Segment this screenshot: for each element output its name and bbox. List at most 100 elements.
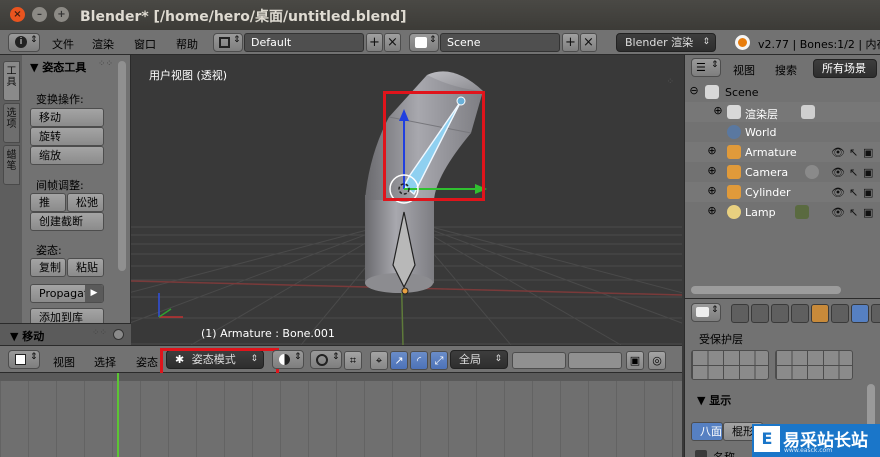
eye-icon[interactable]: 👁: [831, 146, 845, 159]
lock-layers-button[interactable]: ▣: [626, 351, 644, 370]
cursor-select-icon[interactable]: ↖: [849, 206, 858, 219]
panel-pose-tools-header[interactable]: ▼ 姿态工具: [30, 59, 86, 75]
3d-viewport[interactable]: 用户视图 (透视) (1) Armature : Bone.001 ⁘: [131, 55, 682, 345]
render-engine-select[interactable]: Blender 渲染 ⇕: [616, 33, 716, 52]
copy-pose-button[interactable]: 复制: [30, 258, 66, 277]
tab-tools[interactable]: 工具: [3, 61, 20, 101]
camera-render-icon[interactable]: ▣: [863, 146, 873, 159]
eye-icon[interactable]: 👁: [831, 166, 845, 179]
manipulator-toggle[interactable]: ⌖: [370, 351, 388, 370]
pivot-point-select[interactable]: ⇕: [310, 350, 342, 369]
camera-render-icon[interactable]: ▣: [863, 206, 873, 219]
outliner-row-cylinder[interactable]: ⊕ Cylinder 👁 ↖ ▣: [685, 182, 880, 202]
object-tab-icon[interactable]: [811, 304, 829, 323]
armature-data-tab-icon[interactable]: [851, 304, 869, 323]
expand-icon[interactable]: ⊕: [707, 145, 717, 156]
bone-tab-icon[interactable]: [871, 304, 880, 323]
scale-button[interactable]: 缩放: [30, 146, 104, 165]
viewport-shading-select[interactable]: ⇕: [272, 350, 304, 369]
collapse-icon[interactable]: ⊖: [689, 85, 699, 96]
breakdowner-button[interactable]: 创建截断: [30, 212, 104, 231]
scale-manipulator-button[interactable]: ⤢: [430, 351, 448, 370]
screen-layout-field[interactable]: Default: [244, 33, 364, 52]
translate-manipulator-button[interactable]: ↗: [390, 351, 408, 370]
outliner-editor-type[interactable]: ☰ ⇕: [691, 58, 721, 77]
expand-icon[interactable]: ⊕: [707, 185, 717, 196]
pivot-center-toggle[interactable]: ⌗: [344, 351, 362, 370]
tab-options[interactable]: 选项: [3, 103, 20, 143]
cursor-select-icon[interactable]: ↖: [849, 166, 858, 179]
outliner-row-render-layers[interactable]: ⊕ 渲染层: [685, 102, 880, 122]
tool-shelf-scrollbar[interactable]: [118, 61, 126, 271]
remove-layout-button[interactable]: ×: [384, 33, 401, 52]
rotate-button[interactable]: 旋转: [30, 127, 104, 146]
protected-layers-grid-b[interactable]: [775, 350, 853, 380]
eye-icon[interactable]: 👁: [831, 206, 845, 219]
editor-type-button[interactable]: i ⇕: [8, 33, 40, 52]
3d-editor-type-button[interactable]: ⇕: [8, 350, 40, 369]
render-layers-tab-icon[interactable]: [751, 304, 769, 323]
tab-grease-pencil[interactable]: 蜡笔: [3, 145, 20, 185]
drag-handle-icon[interactable]: ⁘⁘: [98, 59, 113, 69]
timeline-area[interactable]: [0, 373, 682, 457]
drag-handle-icon[interactable]: ⁘: [666, 77, 674, 87]
expand-icon[interactable]: ⊕: [707, 205, 717, 216]
scene-tab-icon[interactable]: [771, 304, 789, 323]
cursor-select-icon[interactable]: ↖: [849, 146, 858, 159]
menu-view[interactable]: 视图: [53, 354, 75, 370]
cursor-select-icon[interactable]: ↖: [849, 186, 858, 199]
menu-file[interactable]: 文件: [52, 36, 74, 52]
screen-layout-browse[interactable]: ⇕: [213, 33, 243, 52]
menu-select[interactable]: 选择: [94, 354, 116, 370]
layer-buttons-a[interactable]: [512, 352, 566, 369]
octahedral-button[interactable]: 八面: [691, 422, 723, 441]
world-tab-icon[interactable]: [791, 304, 809, 323]
add-layout-button[interactable]: +: [366, 33, 383, 52]
outliner-horizontal-scrollbar[interactable]: [684, 282, 880, 298]
push-button[interactable]: 推: [30, 193, 66, 212]
outliner-search-menu[interactable]: 搜索: [775, 62, 797, 78]
eye-icon[interactable]: 👁: [831, 186, 845, 199]
outliner-row-lamp[interactable]: ⊕ Lamp 👁 ↖ ▣: [685, 202, 880, 222]
properties-editor-type[interactable]: ⇕: [691, 303, 721, 322]
outliner-row-camera[interactable]: ⊕ Camera 👁 ↖ ▣: [685, 162, 880, 182]
relax-button[interactable]: 松弛: [67, 193, 104, 212]
names-checkbox[interactable]: [695, 450, 707, 457]
window-minimize-button[interactable]: –: [32, 7, 47, 22]
window-maximize-button[interactable]: +: [54, 7, 69, 22]
propagate-button[interactable]: Propagat ▶: [30, 284, 104, 303]
remove-scene-button[interactable]: ×: [580, 33, 597, 52]
constraints-tab-icon[interactable]: [831, 304, 849, 323]
window-close-button[interactable]: ×: [10, 7, 25, 22]
scrollbar-thumb[interactable]: [691, 286, 841, 294]
camera-render-icon[interactable]: ▣: [863, 186, 873, 199]
camera-render-icon[interactable]: ▣: [863, 166, 873, 179]
panel-circle-icon[interactable]: [113, 329, 124, 340]
timeline-scrub-bar[interactable]: [0, 373, 682, 381]
scene-browse[interactable]: ⇕: [409, 33, 439, 52]
display-panel-header[interactable]: ▼ 显示: [697, 392, 731, 408]
scene-field[interactable]: Scene: [440, 33, 560, 52]
add-scene-button[interactable]: +: [562, 33, 579, 52]
menu-help[interactable]: 帮助: [176, 36, 198, 52]
rotate-manipulator-button[interactable]: ◜: [410, 351, 428, 370]
move-button[interactable]: 移动: [30, 108, 104, 127]
outliner-row-armature[interactable]: ⊕ Armature 👁 ↖ ▣: [685, 142, 880, 162]
menu-window[interactable]: 窗口: [134, 36, 156, 52]
outliner-view-menu[interactable]: 视图: [733, 62, 755, 78]
current-frame-indicator[interactable]: [117, 373, 119, 457]
layer-buttons-b[interactable]: [568, 352, 622, 369]
protected-layers-grid-a[interactable]: [691, 350, 769, 380]
outliner-row-scene[interactable]: ⊖ Scene: [685, 82, 880, 102]
paste-pose-button[interactable]: 粘贴: [67, 258, 104, 277]
transform-orientation-select[interactable]: 全局 ⇕: [450, 350, 508, 369]
render-preview-button[interactable]: ◎: [648, 351, 666, 370]
expand-icon[interactable]: ⊕: [713, 105, 723, 116]
menu-render[interactable]: 渲染: [92, 36, 114, 52]
expand-icon[interactable]: ⊕: [707, 165, 717, 176]
outliner-display-mode-select[interactable]: 所有场景: [813, 59, 877, 78]
outliner-row-world[interactable]: World: [685, 122, 880, 142]
menu-pose[interactable]: 姿态: [136, 354, 158, 370]
drag-handle-icon[interactable]: ⁘⁘: [92, 328, 107, 338]
render-tab-icon[interactable]: [731, 304, 749, 323]
